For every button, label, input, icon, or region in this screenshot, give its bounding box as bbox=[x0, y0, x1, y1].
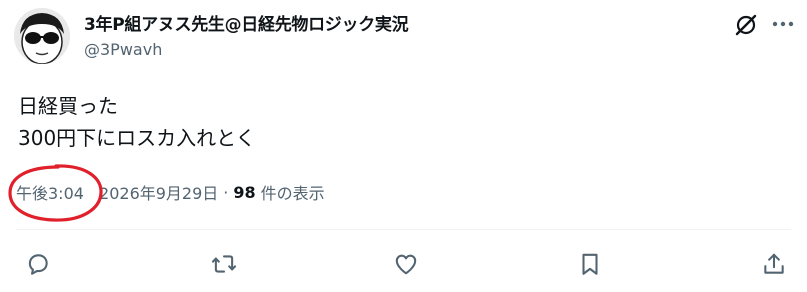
post-line: 日経買った bbox=[18, 94, 118, 118]
author-display-name[interactable]: 3年P組アヌス先生@日経先物ロジック実況 bbox=[84, 10, 409, 35]
meta-separator: · bbox=[223, 182, 229, 202]
meta-separator bbox=[89, 183, 94, 202]
post-line: 300円下にロスカ入れとく bbox=[18, 126, 256, 150]
post-meta: 午後3:04 2026年9月29日 · 98 件の表示 bbox=[16, 180, 325, 204]
bookmark-icon bbox=[582, 253, 598, 275]
like-icon bbox=[395, 254, 417, 275]
post-text: 日経買った 300円下にロスカ入れとく bbox=[18, 90, 256, 154]
post-time-link[interactable]: 午後3:04 bbox=[16, 180, 84, 204]
divider bbox=[16, 229, 791, 230]
views-count[interactable]: 98 bbox=[233, 183, 255, 202]
grok-icon[interactable] bbox=[733, 12, 759, 38]
avatar[interactable] bbox=[14, 8, 70, 64]
avatar-image bbox=[14, 8, 70, 64]
bookmark-button[interactable] bbox=[575, 249, 605, 279]
post-date[interactable]: 2026年9月29日 bbox=[99, 180, 218, 204]
views-label[interactable]: 件の表示 bbox=[261, 180, 325, 204]
share-icon bbox=[764, 253, 784, 274]
more-dots-icon[interactable] bbox=[770, 14, 796, 34]
author-handle[interactable]: @3Pwavh bbox=[84, 40, 162, 59]
repost-icon bbox=[211, 255, 237, 273]
reply-icon bbox=[28, 254, 48, 275]
reply-button[interactable] bbox=[23, 249, 53, 279]
repost-button[interactable] bbox=[209, 249, 239, 279]
share-button[interactable] bbox=[759, 249, 789, 279]
like-button[interactable] bbox=[391, 249, 421, 279]
